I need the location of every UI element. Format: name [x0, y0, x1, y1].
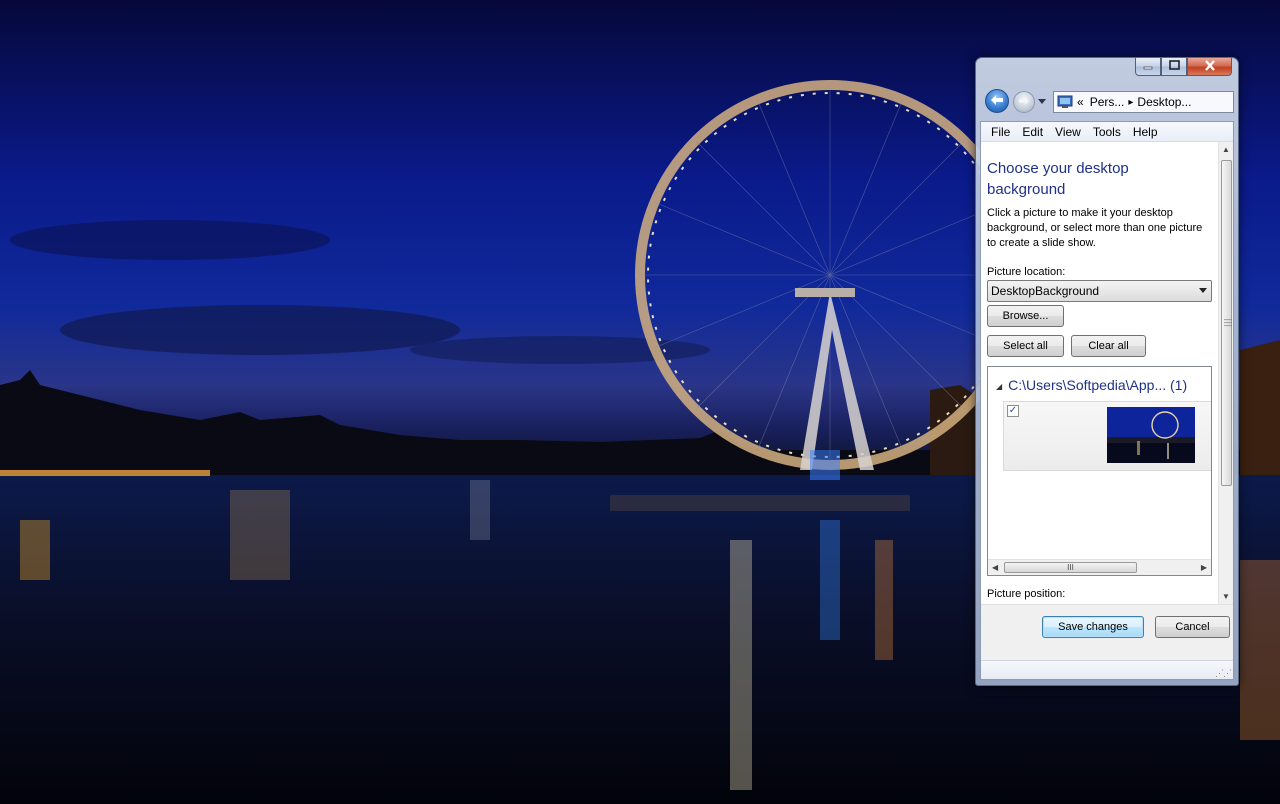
picture-location-select[interactable]: DesktopBackground	[987, 280, 1212, 302]
control-panel-icon	[1057, 95, 1073, 109]
address-bar[interactable]: « Pers... ▸ Desktop...	[1053, 91, 1234, 113]
maximize-button[interactable]	[1161, 58, 1187, 76]
dialog-footer: Save changes Cancel	[981, 604, 1233, 661]
recent-pages-dropdown[interactable]	[1038, 97, 1046, 105]
scroll-down-icon[interactable]: ▼	[1222, 592, 1230, 601]
select-all-button[interactable]: Select all	[987, 335, 1064, 357]
picture-gallery: ◢ C:\Users\Softpedia\App... (1) ✓ ◀ III …	[987, 366, 1212, 576]
breadcrumb-desktop-background[interactable]: Desktop...	[1137, 95, 1191, 109]
picture-location-label: Picture location:	[987, 266, 1066, 278]
group-path: C:\Users\Softpedia\App...	[1008, 377, 1167, 393]
scroll-grip-lines-icon: — — —	[1224, 315, 1232, 330]
maximize-icon	[1168, 60, 1180, 73]
forward-button[interactable]	[1013, 91, 1035, 113]
status-bar: ⋰⋰	[981, 660, 1233, 679]
scroll-right-icon[interactable]: ▶	[1201, 563, 1207, 572]
picture-checkbox[interactable]: ✓	[1007, 405, 1019, 417]
menu-bar: File Edit View Tools Help	[981, 122, 1233, 142]
picture-thumbnail[interactable]	[1107, 407, 1195, 463]
breadcrumb-separator[interactable]: ▸	[1128, 97, 1133, 108]
menu-view[interactable]: View	[1049, 125, 1087, 139]
menu-edit[interactable]: Edit	[1016, 125, 1049, 139]
picture-location-value: DesktopBackground	[991, 284, 1100, 298]
scroll-grip-icon: III	[1067, 563, 1074, 572]
minimize-button[interactable]	[1135, 58, 1161, 76]
close-icon	[1204, 59, 1216, 74]
page-title: Choose your desktop background	[987, 160, 1129, 198]
breadcrumb-personalization[interactable]: Pers...	[1090, 95, 1125, 109]
horizontal-scroll-thumb[interactable]: III	[1004, 562, 1137, 573]
menu-help[interactable]: Help	[1127, 125, 1164, 139]
forward-arrow-icon	[1018, 95, 1030, 109]
save-changes-button[interactable]: Save changes	[1042, 616, 1144, 638]
cancel-button[interactable]: Cancel	[1155, 616, 1230, 638]
browse-button[interactable]: Browse...	[987, 305, 1064, 327]
vertical-scroll-thumb[interactable]: — — —	[1221, 160, 1232, 486]
desktop-background-window: « Pers... ▸ Desktop... File Edit View To…	[975, 57, 1239, 686]
clear-all-button[interactable]: Clear all	[1071, 335, 1146, 357]
picture-position-label: Picture position:	[987, 588, 1066, 600]
scroll-left-icon[interactable]: ◀	[992, 563, 998, 572]
dropdown-arrow-icon	[1199, 288, 1207, 293]
chevron-down-icon	[1038, 94, 1046, 108]
menu-tools[interactable]: Tools	[1087, 125, 1127, 139]
collapse-triangle-icon[interactable]: ◢	[996, 382, 1002, 391]
address-prefix: «	[1077, 95, 1084, 109]
close-button[interactable]	[1187, 58, 1232, 76]
back-button[interactable]	[985, 89, 1009, 113]
content-vertical-scrollbar[interactable]: ▲ — — — ▼	[1218, 142, 1233, 604]
picture-tile[interactable]: ✓	[1003, 401, 1211, 471]
menu-file[interactable]: File	[985, 125, 1016, 139]
group-count: (1)	[1170, 377, 1188, 393]
navigation-bar: « Pers... ▸ Desktop...	[982, 88, 1234, 114]
minimize-icon	[1143, 60, 1153, 73]
page-description: Click a picture to make it your desktop …	[987, 207, 1203, 249]
caption-buttons	[1135, 58, 1232, 77]
picture-group-header[interactable]: ◢ C:\Users\Softpedia\App... (1)	[996, 377, 1187, 393]
resize-grip-icon[interactable]: ⋰⋰	[1215, 668, 1232, 679]
window-client-area: File Edit View Tools Help Choose your de…	[980, 121, 1234, 680]
gallery-horizontal-scrollbar[interactable]: ◀ III ▶	[988, 559, 1211, 575]
back-arrow-icon	[990, 94, 1004, 109]
scroll-up-icon[interactable]: ▲	[1222, 145, 1230, 154]
content-pane: Choose your desktop background Click a p…	[981, 142, 1218, 604]
